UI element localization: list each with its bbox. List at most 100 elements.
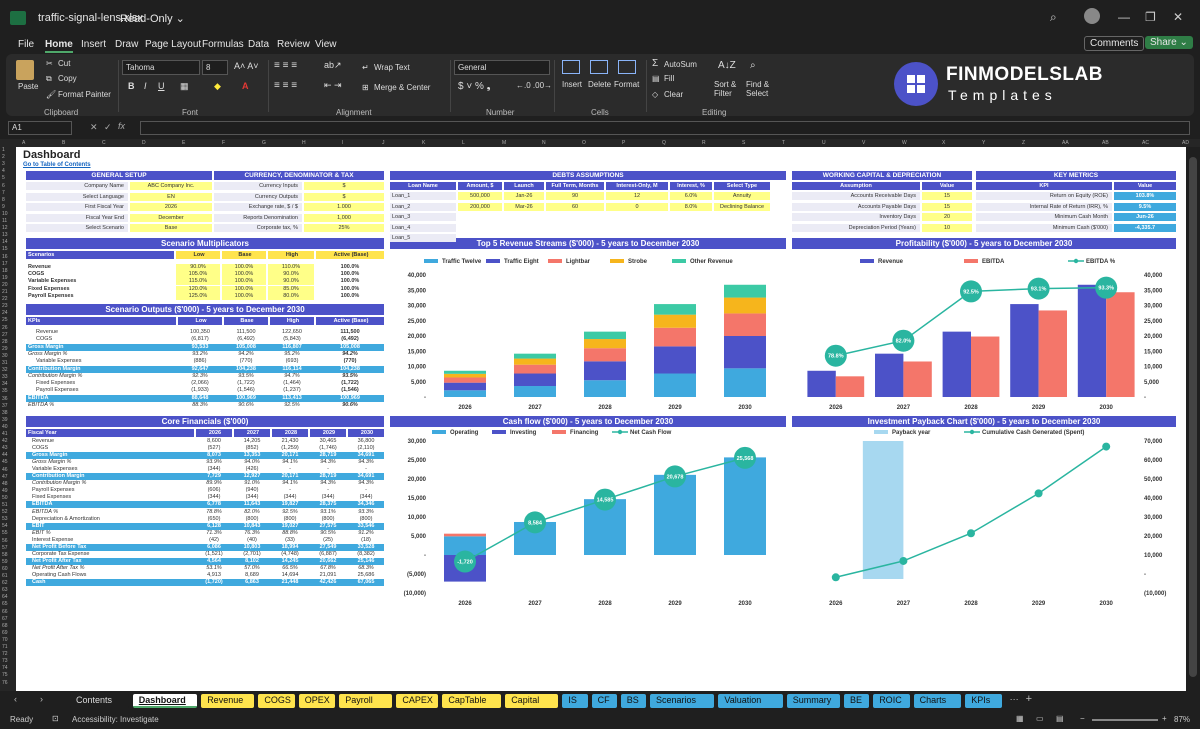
share-button[interactable]: Share ⌄: [1145, 36, 1193, 49]
row-header[interactable]: 42: [2, 438, 8, 444]
scrollbar-thumb[interactable]: [1189, 157, 1197, 677]
tab-opex[interactable]: OPEX: [298, 694, 336, 708]
tab-scenarios[interactable]: Scenarios: [650, 694, 715, 708]
align-left-icon[interactable]: ≡ ≡ ≡: [274, 80, 297, 91]
scissors-icon[interactable]: ✂: [46, 59, 53, 68]
row-header[interactable]: 65: [2, 601, 8, 607]
row-header[interactable]: 46: [2, 467, 8, 473]
zoom-in-icon[interactable]: +: [1162, 714, 1167, 723]
row-header[interactable]: 4: [2, 168, 5, 174]
tab-bs[interactable]: BS: [620, 694, 646, 708]
italic-icon[interactable]: I: [144, 81, 147, 91]
clear-button[interactable]: Clear: [664, 90, 683, 99]
debt-value[interactable]: Declining Balance: [714, 202, 770, 211]
insert-button[interactable]: Insert: [562, 80, 582, 89]
wc-value[interactable]: 15: [922, 202, 972, 211]
setup-value[interactable]: December: [130, 213, 212, 222]
setup-value[interactable]: $: [304, 182, 384, 190]
row-header[interactable]: 15: [2, 246, 8, 252]
insert-cells-icon[interactable]: [562, 60, 580, 74]
format-cells-icon[interactable]: [618, 60, 636, 74]
add-sheet-icon[interactable]: +: [1026, 693, 1032, 705]
row-header[interactable]: 40: [2, 424, 8, 430]
row-header[interactable]: 54: [2, 523, 8, 529]
menu-insert[interactable]: Insert: [81, 39, 106, 50]
row-header[interactable]: 52: [2, 509, 8, 515]
tab-next-icon[interactable]: ›: [40, 694, 43, 704]
row-header[interactable]: 45: [2, 459, 8, 465]
row-header[interactable]: 13: [2, 232, 8, 238]
debt-value[interactable]: 90: [546, 192, 604, 200]
column-header[interactable]: R: [702, 140, 706, 146]
row-header[interactable]: 59: [2, 559, 8, 565]
paste-button[interactable]: Paste: [18, 82, 38, 91]
row-header[interactable]: 19: [2, 275, 8, 281]
row-header[interactable]: 31: [2, 360, 8, 366]
scenario-mult-value[interactable]: 100.0%: [222, 292, 266, 300]
row-header[interactable]: 28: [2, 339, 8, 345]
font-color-icon[interactable]: A: [242, 81, 249, 91]
tab-cogs[interactable]: COGS: [258, 694, 295, 708]
column-header[interactable]: S: [742, 140, 745, 146]
tab-contents[interactable]: Contents: [70, 694, 129, 708]
column-header[interactable]: AA: [1062, 140, 1069, 146]
row-header[interactable]: 21: [2, 289, 8, 295]
row-header[interactable]: 68: [2, 623, 8, 629]
scenario-mult-value[interactable]: 80.0%: [268, 292, 314, 300]
column-header[interactable]: T: [782, 140, 785, 146]
tab-prev-icon[interactable]: ‹: [14, 694, 17, 704]
debt-value[interactable]: 60: [546, 202, 604, 211]
borders-icon[interactable]: ▦: [180, 81, 189, 92]
format-button[interactable]: Format: [614, 80, 639, 89]
column-header[interactable]: B: [62, 140, 65, 146]
column-header[interactable]: C: [102, 140, 106, 146]
row-header[interactable]: 49: [2, 488, 8, 494]
function-icon[interactable]: fx: [118, 121, 125, 131]
tab-captable[interactable]: CapTable: [442, 694, 502, 708]
tab-be[interactable]: BE: [844, 694, 870, 708]
search-icon[interactable]: ⌕: [1050, 10, 1057, 25]
column-header[interactable]: AD: [1182, 140, 1189, 146]
row-header[interactable]: 39: [2, 417, 8, 423]
formula-input[interactable]: [140, 121, 1190, 135]
accessibility-status[interactable]: Accessibility: Investigate: [72, 715, 159, 724]
autosum-button[interactable]: AutoSum: [664, 60, 697, 69]
enter-icon[interactable]: ✓: [104, 122, 112, 133]
setup-value[interactable]: Base: [130, 224, 212, 232]
font-size-select[interactable]: 8: [202, 60, 228, 75]
row-header[interactable]: 9: [2, 204, 5, 210]
worksheet[interactable]: Dashboard Go to Table of Contents GENERA…: [16, 147, 1186, 691]
wc-value[interactable]: 20: [922, 213, 972, 221]
row-header[interactable]: 56: [2, 538, 8, 544]
wrap-text-icon[interactable]: ↵: [362, 63, 369, 72]
column-header[interactable]: O: [582, 140, 586, 146]
underline-icon[interactable]: U: [158, 81, 165, 91]
menu-data[interactable]: Data: [248, 39, 269, 50]
column-header[interactable]: J: [382, 140, 385, 146]
column-header[interactable]: K: [422, 140, 425, 146]
debt-value[interactable]: 200,000: [458, 202, 502, 211]
row-header[interactable]: 11: [2, 218, 7, 224]
find-select-button[interactable]: Find & Select: [746, 80, 776, 98]
column-header[interactable]: F: [222, 140, 225, 146]
column-header[interactable]: N: [542, 140, 546, 146]
tab-kpis[interactable]: KPIs: [965, 694, 1002, 708]
row-header[interactable]: 20: [2, 282, 8, 288]
column-header[interactable]: Q: [662, 140, 666, 146]
row-header[interactable]: 55: [2, 530, 8, 536]
tab-revenue[interactable]: Revenue: [201, 694, 255, 708]
page-layout-icon[interactable]: ▭: [1036, 714, 1044, 723]
row-header[interactable]: 27: [2, 332, 8, 338]
delete-cells-icon[interactable]: [590, 60, 608, 74]
debt-value[interactable]: 6.0%: [670, 192, 712, 200]
name-box[interactable]: A1: [8, 121, 72, 135]
find-icon[interactable]: ⌕: [750, 60, 756, 71]
tab-summary[interactable]: Summary: [786, 694, 840, 708]
tab-roic[interactable]: ROIC: [873, 694, 910, 708]
menu-review[interactable]: Review: [277, 39, 310, 50]
normal-view-icon[interactable]: ▦: [1016, 714, 1024, 723]
setup-value[interactable]: 1,000: [304, 213, 384, 222]
column-header[interactable]: H: [302, 140, 306, 146]
column-header[interactable]: L: [462, 140, 465, 146]
row-header[interactable]: 12: [2, 225, 8, 231]
